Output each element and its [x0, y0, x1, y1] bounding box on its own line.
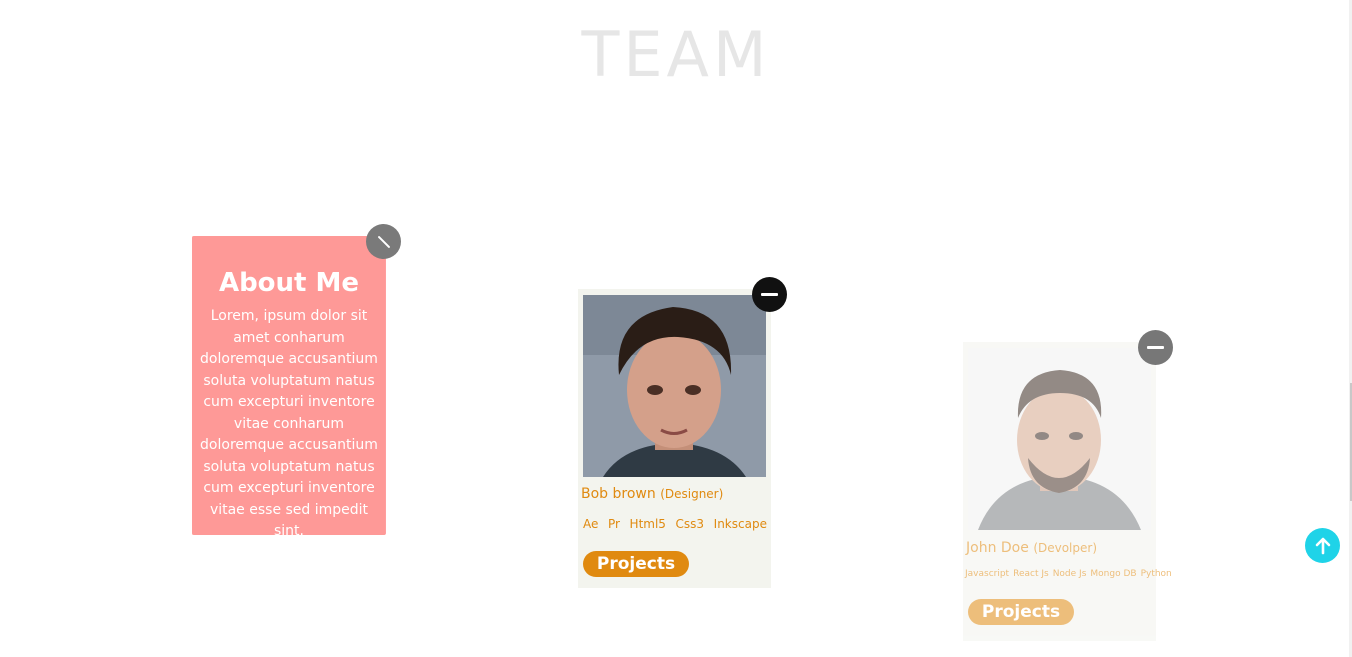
skill-tag: Html5	[629, 517, 666, 531]
skill-tag: Mongo DB	[1090, 569, 1137, 579]
scroll-to-top-button[interactable]	[1305, 528, 1340, 563]
member-name: Bob brown (Designer)	[581, 486, 724, 502]
about-me-text: Lorem, ipsum dolor sit amet conharum dol…	[200, 308, 378, 539]
close-icon	[377, 235, 390, 248]
about-me-overlay: About Me Lorem, ipsum dolor sit amet con…	[192, 236, 386, 539]
skill-tag: Css3	[675, 517, 705, 531]
member-role: (Designer)	[660, 487, 724, 501]
page-title: TEAM	[581, 18, 771, 91]
member-photo	[968, 348, 1151, 530]
skill-tag: Inkscape	[713, 517, 767, 531]
arrow-up-icon	[1315, 537, 1330, 554]
member-role: (Devolper)	[1033, 541, 1098, 555]
close-about-button[interactable]	[366, 224, 401, 259]
team-card-2: Bob brown (Designer) Ae Pr Html5 Css3 In…	[578, 289, 771, 588]
skill-tag: Pr	[607, 517, 620, 531]
skill-tag: Javascript	[965, 569, 1010, 579]
projects-button[interactable]: Projects	[583, 551, 689, 577]
skill-tag: React Js	[1013, 569, 1049, 579]
member-photo	[583, 295, 766, 477]
about-me-title: About Me	[218, 268, 360, 298]
skill-tag: Python	[1140, 569, 1172, 579]
member-name: John Doe (Devolper)	[966, 540, 1098, 556]
skills-list: Ae Pr Html5 Css3 Inkscape	[583, 517, 767, 531]
projects-button[interactable]: Projects	[968, 599, 1074, 625]
skill-tag: Ae	[583, 517, 599, 531]
team-card-3: John Doe (Devolper) Javascript React Js …	[963, 342, 1172, 641]
toggle-about-button[interactable]	[752, 277, 787, 312]
minus-icon	[1147, 346, 1164, 349]
team-card-1: About Me Lorem, ipsum dolor sit amet con…	[192, 236, 386, 539]
minus-icon	[761, 293, 778, 296]
toggle-about-button[interactable]	[1138, 330, 1173, 365]
skill-tag: Node Js	[1052, 569, 1087, 579]
skills-list: Javascript React Js Node Js Mongo DB Pyt…	[965, 569, 1172, 579]
